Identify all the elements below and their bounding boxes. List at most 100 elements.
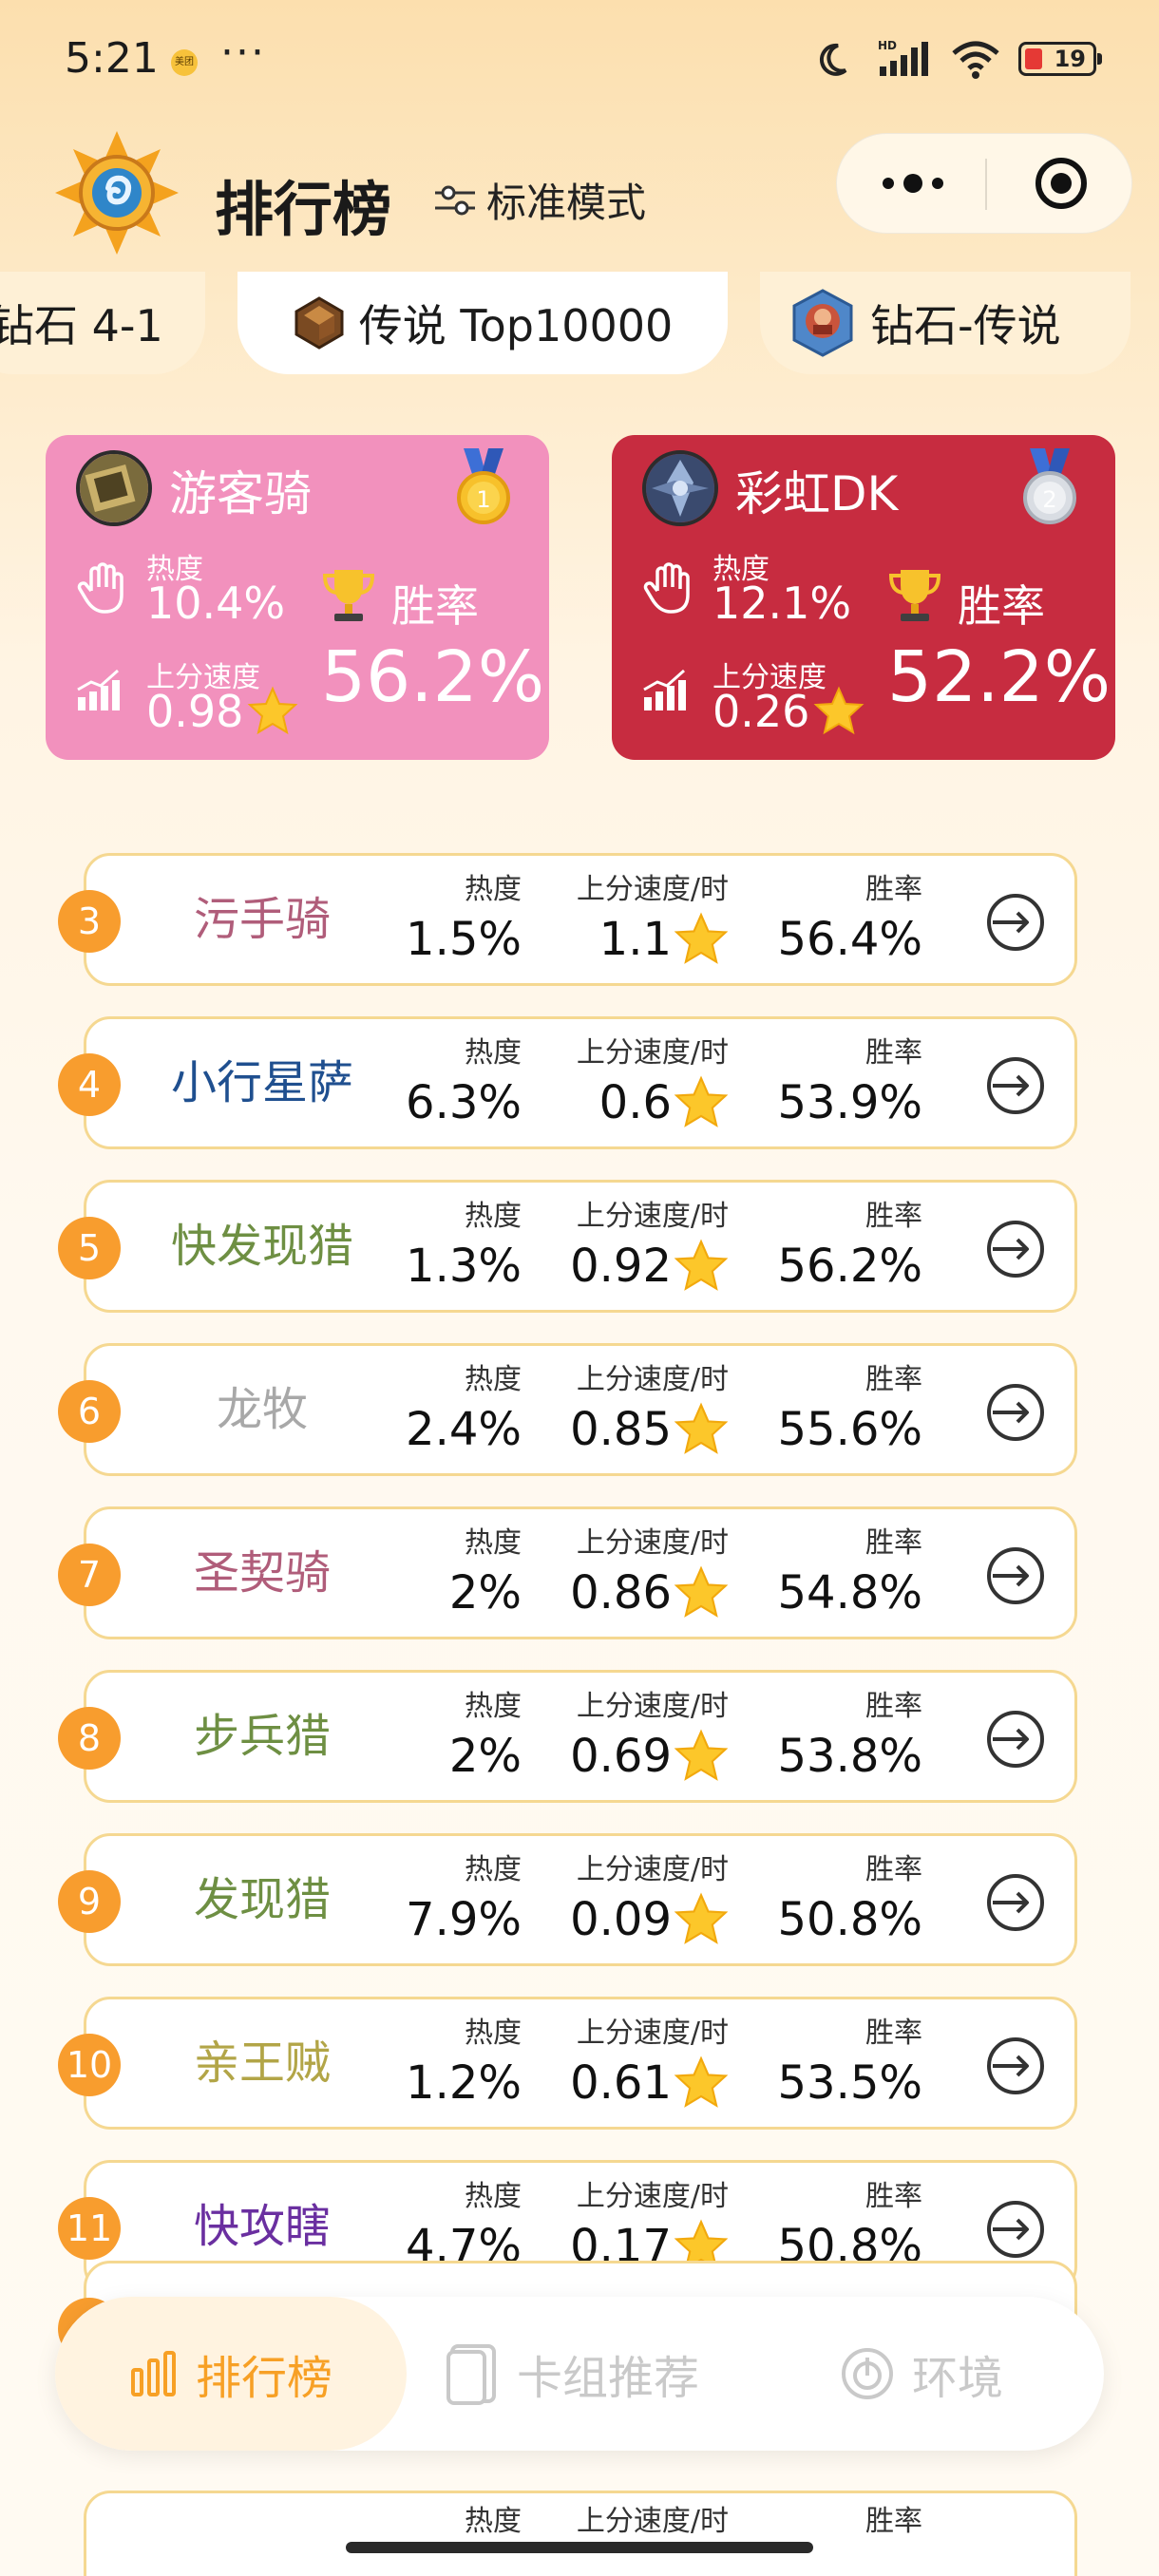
win-value: 53.5% bbox=[777, 2056, 922, 2110]
rank-badge: 8 bbox=[58, 1707, 121, 1770]
win-value: 50.8% bbox=[777, 1893, 922, 1946]
svg-text:HD: HD bbox=[878, 39, 897, 52]
speed-label: 上分速度/时 bbox=[576, 2180, 729, 2213]
mode-selector[interactable]: 标准模式 bbox=[433, 171, 646, 229]
tab-diamond-4-1[interactable]: 钻石 4-1 bbox=[0, 272, 205, 374]
home-indicator[interactable] bbox=[346, 2542, 813, 2553]
speed-column: 上分速度/时 0.6 bbox=[520, 1034, 729, 1133]
close-miniapp-button[interactable] bbox=[1023, 155, 1099, 212]
hot-column: 热度 2% bbox=[332, 1688, 522, 1787]
star-icon bbox=[674, 2055, 729, 2108]
table-row[interactable]: 8 步兵猎 热度 2% 上分速度/时 0.69 胜率 53.8% bbox=[58, 1670, 1077, 1803]
hot-column: 热度 2.4% bbox=[332, 1361, 522, 1460]
hot-value: 10.4% bbox=[146, 578, 286, 629]
hot-label: 热度 bbox=[465, 2017, 522, 2050]
speed-value-wrap: 0.26 bbox=[712, 686, 864, 737]
svg-text:2: 2 bbox=[1042, 486, 1056, 513]
status-icons: HD 19 bbox=[817, 38, 1102, 80]
arrow-right-circle-icon[interactable] bbox=[985, 892, 1046, 953]
speed-value: 0.86 bbox=[520, 1563, 729, 1623]
hand-icon bbox=[643, 562, 690, 614]
win-label: 胜率 bbox=[865, 1200, 922, 1233]
hot-label: 热度 bbox=[465, 2505, 522, 2538]
table-row[interactable]: 5 快发现猎 热度 1.3% 上分速度/时 0.92 胜率 56.2% bbox=[58, 1180, 1077, 1313]
wifi-icon bbox=[952, 41, 999, 79]
more-notifications-icon: ··· bbox=[220, 28, 266, 77]
arrow-right-circle-icon[interactable] bbox=[985, 1219, 1046, 1279]
table-row[interactable]: 4 小行星萨 热度 6.3% 上分速度/时 0.6 胜率 53.9% bbox=[58, 1016, 1077, 1149]
rank-badge: 9 bbox=[58, 1870, 121, 1933]
star-icon bbox=[248, 686, 298, 735]
table-row[interactable]: 热度 上分速度/时 胜率 bbox=[84, 2491, 1077, 2576]
table-row[interactable]: 10 亲王贼 热度 1.2% 上分速度/时 0.61 胜率 53.5% bbox=[58, 1997, 1077, 2130]
speed-value: 0.09 bbox=[520, 1889, 729, 1950]
hot-column: 热度 2% bbox=[332, 1525, 522, 1623]
speed-value: 0.69 bbox=[520, 1726, 729, 1787]
win-label: 胜率 bbox=[865, 873, 922, 906]
win-label: 胜率 bbox=[865, 1853, 922, 1886]
signal-icon: HD bbox=[878, 39, 928, 76]
hot-column: 热度 bbox=[332, 2503, 522, 2541]
speed-column: 上分速度/时 0.69 bbox=[520, 1688, 729, 1787]
hot-label: 热度 bbox=[465, 1690, 522, 1723]
table-row[interactable]: 9 发现猎 热度 7.9% 上分速度/时 0.09 胜率 50.8% bbox=[58, 1833, 1077, 1966]
star-icon bbox=[674, 1729, 729, 1781]
speed-value: 0.92 bbox=[520, 1236, 729, 1297]
win-value: 54.8% bbox=[777, 1566, 922, 1619]
gold-medal-icon: 1 bbox=[457, 448, 510, 524]
hot-value: 1.3% bbox=[406, 1240, 522, 1293]
table-row[interactable]: 6 龙牧 热度 2.4% 上分速度/时 0.85 胜率 55.6% bbox=[58, 1343, 1077, 1476]
rank-badge: 10 bbox=[58, 2034, 121, 2096]
win-label: 胜率 bbox=[391, 580, 479, 632]
more-button[interactable] bbox=[875, 155, 951, 212]
hot-label: 热度 bbox=[465, 2180, 522, 2213]
tab-diamond-legend[interactable]: 钻石-传说 bbox=[760, 272, 1130, 374]
nav-label: 排行榜 bbox=[195, 2352, 332, 2405]
top-deck-card-1[interactable]: 游客骑 1 热度 10.4% 上分速度 0.98 胜率 56.2% bbox=[46, 435, 549, 760]
rank-badge: 4 bbox=[58, 1053, 121, 1116]
speed-column: 上分速度/时 1.1 bbox=[520, 871, 729, 970]
top-deck-card-2[interactable]: 彩虹DK 2 热度 12.1% 上分速度 0.26 胜率 52.2% bbox=[612, 435, 1115, 760]
nav-ranking[interactable]: 排行榜 bbox=[55, 2297, 407, 2451]
speed-value: 0.6 bbox=[520, 1072, 729, 1133]
arrow-right-circle-icon[interactable] bbox=[985, 1709, 1046, 1770]
table-row[interactable]: 7 圣契骑 热度 2% 上分速度/时 0.86 胜率 54.8% bbox=[58, 1506, 1077, 1639]
speed-label: 上分速度/时 bbox=[576, 1200, 729, 1233]
paladin-avatar bbox=[76, 450, 152, 526]
arrow-right-circle-icon[interactable] bbox=[985, 2036, 1046, 2096]
win-column: 胜率 55.6% bbox=[732, 1361, 922, 1460]
bar-chart-icon bbox=[130, 2351, 176, 2396]
app-header: 排行榜 标准模式 bbox=[0, 123, 1159, 266]
win-label: 胜率 bbox=[865, 1526, 922, 1560]
arrow-right-circle-icon[interactable] bbox=[985, 2199, 1046, 2260]
table-row[interactable]: 3 污手骑 热度 1.5% 上分速度/时 1.1 胜率 56.4% bbox=[58, 853, 1077, 986]
nav-environment[interactable]: 环境 bbox=[840, 2297, 1003, 2451]
speed-column: 上分速度/时 bbox=[520, 2503, 729, 2541]
win-column: 胜率 56.2% bbox=[732, 1198, 922, 1297]
win-label: 胜率 bbox=[865, 2017, 922, 2050]
trophy-icon bbox=[888, 570, 941, 621]
sliders-icon bbox=[435, 185, 475, 215]
rank-badge: 6 bbox=[58, 1380, 121, 1443]
deck-name: 游客骑 bbox=[169, 466, 312, 521]
hot-value: 6.3% bbox=[406, 1076, 522, 1129]
battery-level: 19 bbox=[1054, 46, 1086, 72]
nav-deck-recommend[interactable]: 卡组推荐 bbox=[445, 2297, 699, 2451]
speed-label: 上分速度/时 bbox=[576, 1036, 729, 1070]
environment-icon bbox=[842, 2348, 893, 2399]
tab-label: 钻石-传说 bbox=[870, 300, 1061, 351]
hearthstone-logo-icon bbox=[55, 131, 179, 255]
speed-label: 上分速度/时 bbox=[576, 1363, 729, 1396]
nav-label: 卡组推荐 bbox=[517, 2352, 700, 2405]
hot-value: 12.1% bbox=[712, 578, 852, 629]
arrow-right-circle-icon[interactable] bbox=[985, 1055, 1046, 1116]
arrow-right-circle-icon[interactable] bbox=[985, 1545, 1046, 1606]
win-label: 胜率 bbox=[865, 2505, 922, 2538]
arrow-right-circle-icon[interactable] bbox=[985, 1382, 1046, 1443]
trophy-icon bbox=[322, 570, 375, 621]
arrow-right-circle-icon[interactable] bbox=[985, 1872, 1046, 1933]
tab-legend-top10000[interactable]: 传说 Top10000 bbox=[238, 272, 728, 374]
speed-value: 0.98 bbox=[146, 686, 244, 737]
death-knight-avatar bbox=[642, 450, 718, 526]
win-label: 胜率 bbox=[865, 2180, 922, 2213]
